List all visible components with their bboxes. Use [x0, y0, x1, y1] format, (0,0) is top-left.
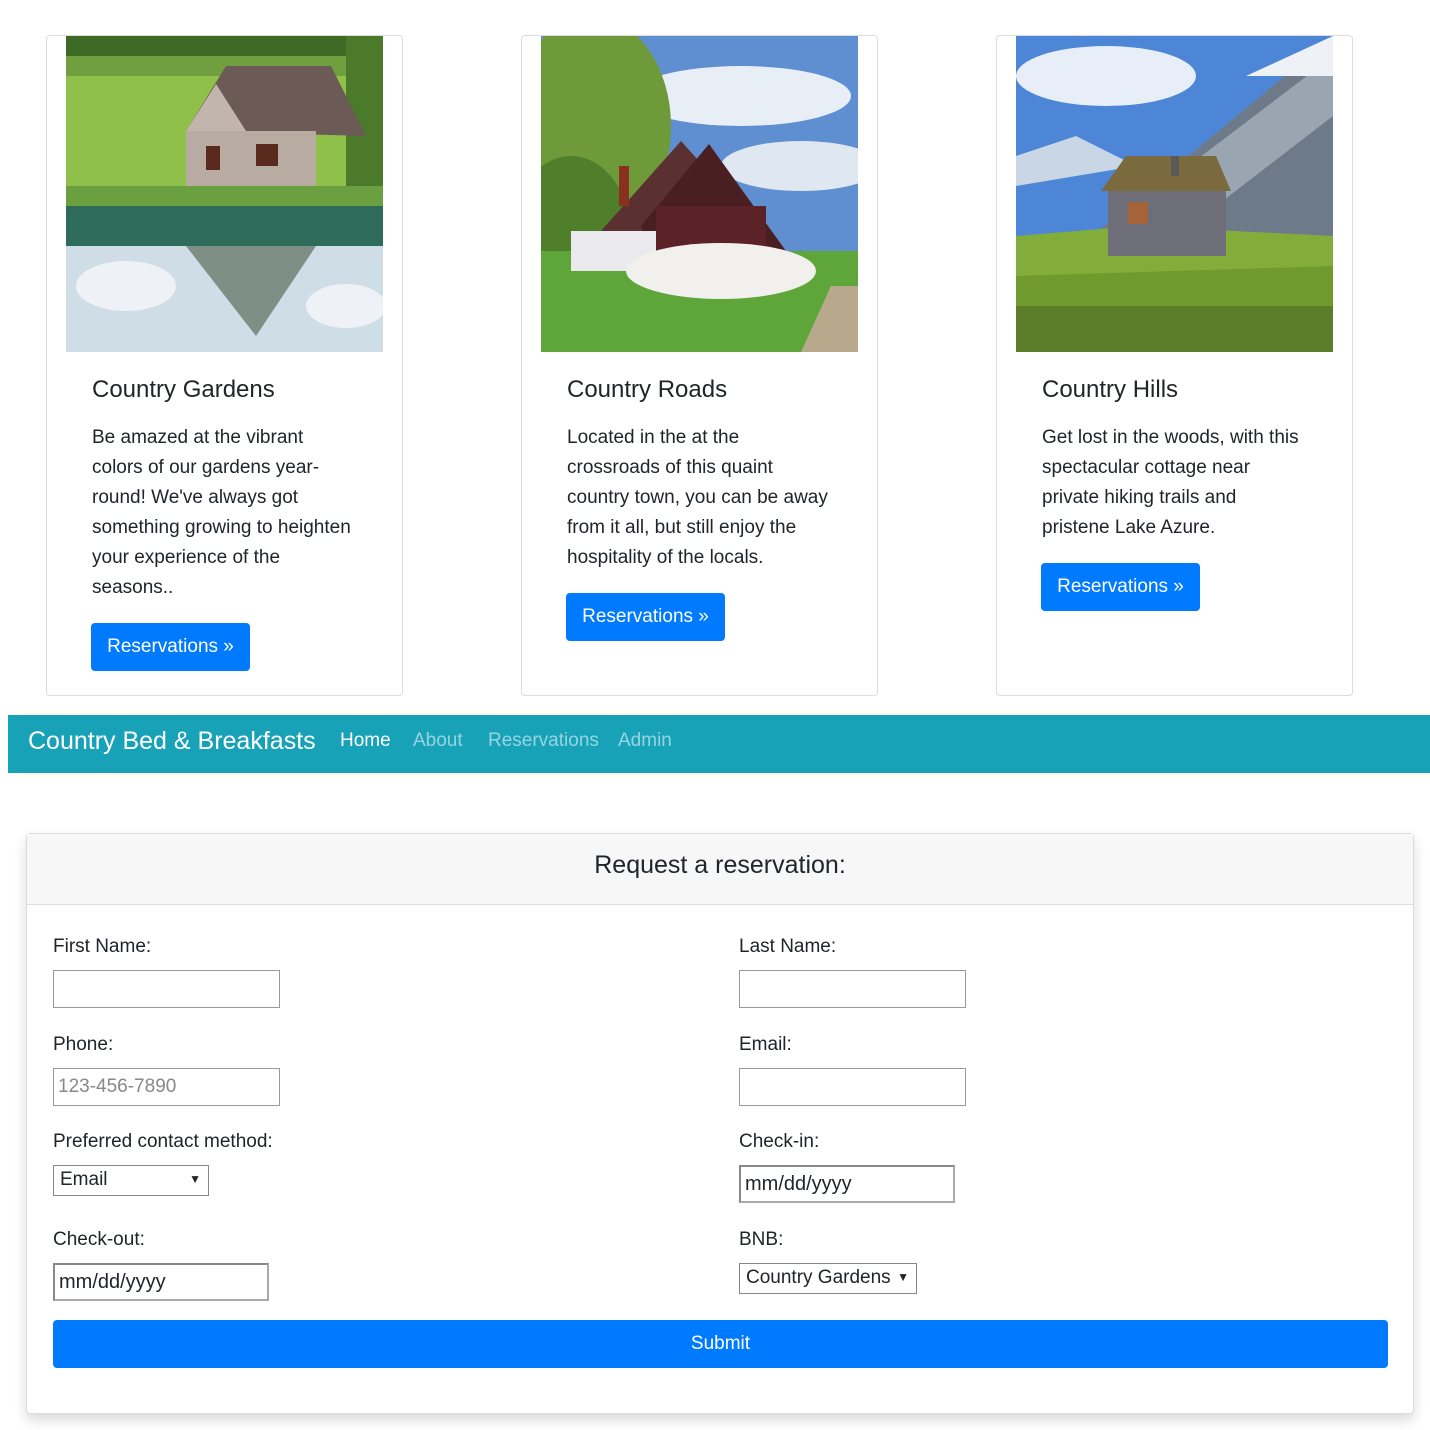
- dropdown-arrow-icon: ▼: [189, 1172, 201, 1186]
- card-description: Be amazed at the vibrant colors of our g…: [92, 427, 351, 598]
- reservations-button[interactable]: Reservations »: [566, 593, 725, 641]
- contact-method-label: Preferred contact method:: [53, 1131, 273, 1152]
- phone-label: Phone:: [53, 1034, 114, 1055]
- first-name-input[interactable]: [53, 970, 280, 1008]
- checkin-value: mm/dd/yyyy: [745, 1173, 852, 1195]
- form-title: Request a reservation:: [594, 851, 846, 879]
- checkout-label: Check-out:: [53, 1229, 145, 1250]
- checkin-date-input[interactable]: mm/dd/yyyy: [739, 1165, 955, 1203]
- checkin-label: Check-in:: [739, 1131, 820, 1152]
- checkout-date-input[interactable]: mm/dd/yyyy: [53, 1263, 269, 1301]
- card-description: Located in the at the crossroads of this…: [567, 427, 828, 568]
- card-title: Country Hills: [1042, 376, 1179, 403]
- navbar: Country Bed & Breakfasts Home About Rese…: [8, 715, 1430, 773]
- first-name-label: First Name:: [53, 936, 152, 957]
- card-title: Country Roads: [567, 376, 728, 403]
- bnb-value: Country Gardens: [746, 1267, 891, 1288]
- card-country-hills: Country Hills Get lost in the woods, wit…: [996, 35, 1353, 696]
- contact-method-select[interactable]: Email ▼: [53, 1165, 209, 1196]
- country-gardens-photo: [66, 36, 383, 352]
- checkout-value: mm/dd/yyyy: [59, 1271, 166, 1293]
- country-roads-photo: [541, 36, 858, 352]
- nav-link-admin[interactable]: Admin: [618, 730, 672, 752]
- contact-method-value: Email: [60, 1169, 108, 1190]
- dropdown-arrow-icon: ▼: [897, 1270, 909, 1284]
- last-name-input[interactable]: [739, 970, 966, 1008]
- card-description: Get lost in the woods, with this spectac…: [1042, 427, 1299, 538]
- reservations-button[interactable]: Reservations »: [91, 623, 250, 671]
- card-title: Country Gardens: [92, 376, 275, 403]
- phone-input[interactable]: [53, 1068, 280, 1106]
- form-header: Request a reservation:: [27, 834, 1413, 905]
- nav-link-about[interactable]: About: [413, 730, 463, 752]
- submit-button[interactable]: Submit: [53, 1320, 1388, 1368]
- nav-link-home[interactable]: Home: [340, 730, 391, 752]
- country-hills-photo: [1016, 36, 1333, 352]
- bnb-select[interactable]: Country Gardens ▼: [739, 1263, 917, 1294]
- last-name-label: Last Name:: [739, 936, 837, 957]
- navbar-brand[interactable]: Country Bed & Breakfasts: [28, 727, 316, 756]
- reservations-button[interactable]: Reservations »: [1041, 563, 1200, 611]
- bnb-label: BNB:: [739, 1229, 784, 1250]
- card-country-gardens: Country Gardens Be amazed at the vibrant…: [46, 35, 403, 696]
- email-input[interactable]: [739, 1068, 966, 1106]
- nav-link-reservations[interactable]: Reservations: [488, 730, 599, 752]
- card-country-roads: Country Roads Located in the at the cros…: [521, 35, 878, 696]
- reservation-form: Request a reservation: First Name: Last …: [26, 833, 1414, 1414]
- email-label: Email:: [739, 1034, 792, 1055]
